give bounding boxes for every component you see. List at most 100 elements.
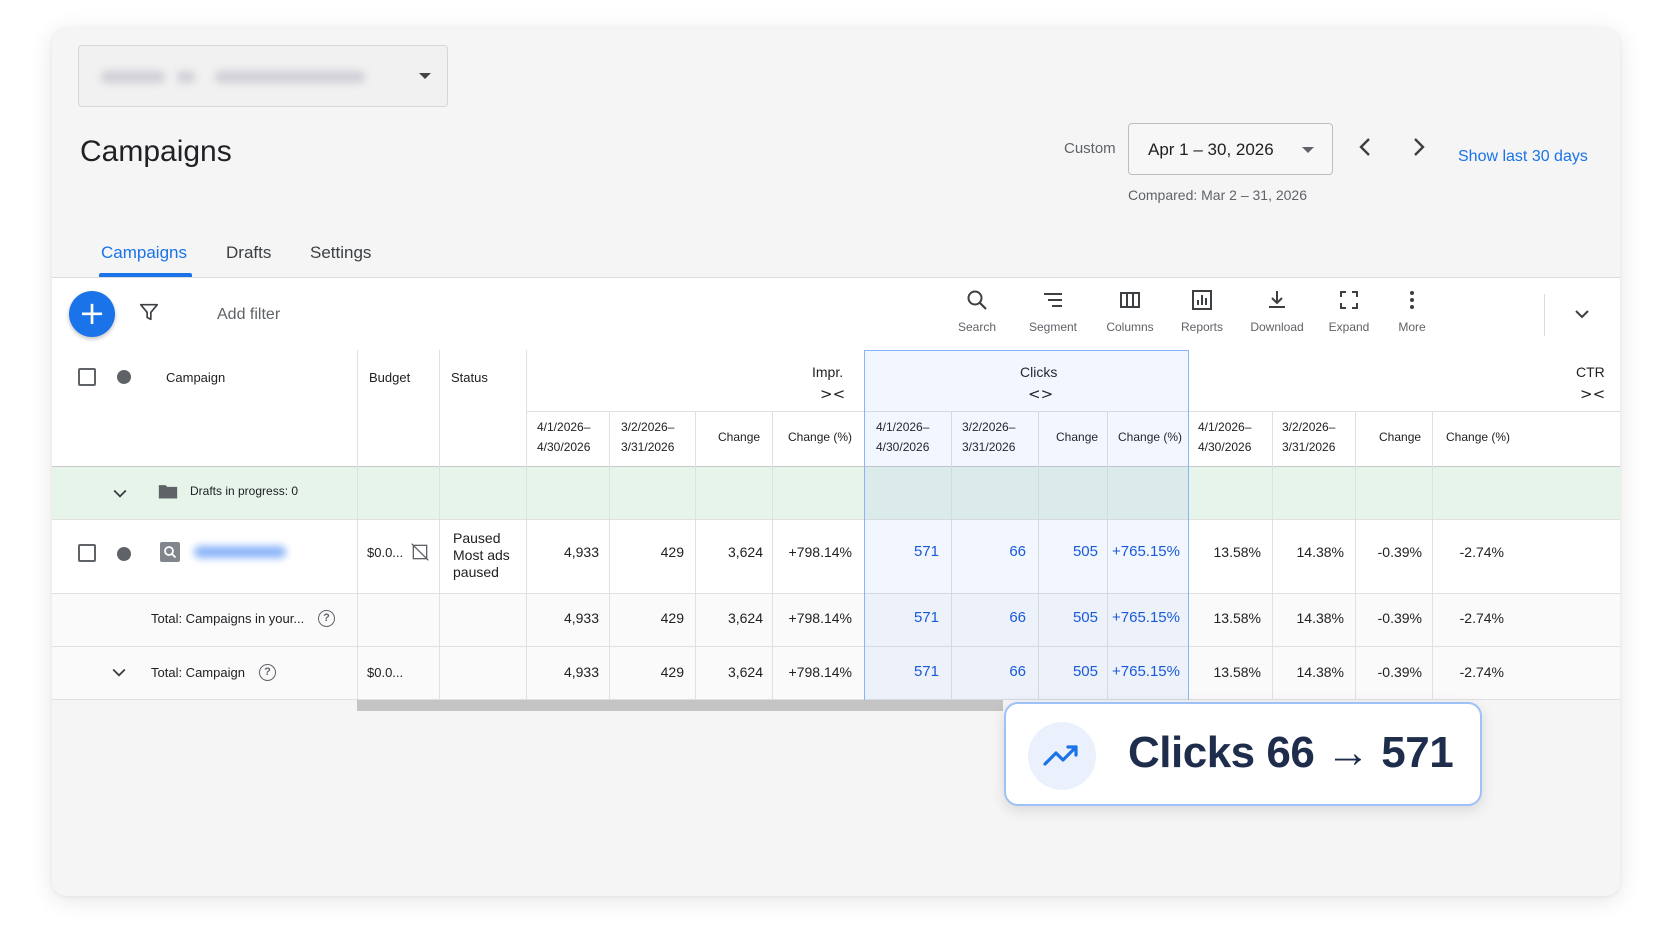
total-your-ctr-change-pct: -2.74% [1459, 610, 1504, 626]
clicks-callout: Clicks 66 → 571 [1004, 702, 1482, 806]
ctr-current-period-header[interactable]: 4/1/2026– 4/30/2026 [1198, 417, 1251, 457]
segment-button[interactable]: Segment [1018, 288, 1088, 334]
toolbar-divider [1544, 294, 1545, 336]
campaign-name-link[interactable] [194, 546, 286, 558]
campaign-row-checkbox[interactable] [78, 544, 96, 562]
campaign-column-header[interactable]: Campaign [166, 370, 225, 385]
horizontal-scrollbar[interactable] [357, 700, 1003, 711]
campaign-ctr-current: 13.58% [1213, 544, 1261, 560]
status-column-header[interactable]: Status [451, 370, 488, 385]
date-line: 3/31/2026 [1282, 440, 1336, 454]
clicks-change-pct-header[interactable]: Change (%) [1118, 427, 1182, 447]
total-your-ctr-change: -0.39% [1377, 610, 1422, 626]
total-your-ctr-current: 13.58% [1213, 610, 1261, 626]
total-your-impr-current: 4,933 [563, 610, 599, 626]
campaign-ctr-previous: 14.38% [1296, 544, 1344, 560]
total-your-clicks-change: 505 [1072, 609, 1098, 626]
folder-icon [158, 485, 178, 499]
add-filter-input[interactable]: Add filter [217, 306, 280, 324]
date-range-selector[interactable]: Apr 1 – 30, 2026 [1128, 123, 1333, 175]
segment-button-label: Segment [1028, 320, 1078, 334]
impr-change-header[interactable]: Change [718, 427, 760, 447]
status-line: Most ads [453, 547, 510, 563]
campaigns-panel: Campaigns Custom Apr 1 – 30, 2026 Show l… [52, 28, 1620, 896]
reports-button[interactable]: Reports [1167, 288, 1237, 334]
chevron-down-icon[interactable] [1570, 302, 1594, 326]
date-line: 3/31/2026 [621, 440, 675, 454]
impr-change-pct-header[interactable]: Change (%) [788, 427, 852, 447]
tab-campaigns[interactable]: Campaigns [101, 243, 187, 263]
columns-button[interactable]: Columns [1095, 288, 1165, 334]
chevron-down-icon[interactable] [109, 662, 129, 682]
budget-column-header[interactable]: Budget [369, 370, 410, 385]
tab-drafts[interactable]: Drafts [226, 243, 271, 263]
date-line: 4/1/2026– [537, 420, 591, 434]
help-icon[interactable]: ? [259, 664, 276, 681]
clicks-change-header[interactable]: Change [1056, 427, 1098, 447]
search-icon [164, 546, 177, 559]
date-line: 4/1/2026– [1198, 420, 1252, 434]
date-line: 4/1/2026– [876, 420, 930, 434]
ctr-column-header[interactable]: CTR [1576, 364, 1605, 380]
more-button-label: More [1398, 320, 1426, 334]
total-campaign-impr-change: 3,624 [727, 664, 763, 680]
search-button[interactable]: Search [942, 288, 1012, 334]
row-line [52, 593, 1620, 594]
date-range-value: Apr 1 – 30, 2026 [1148, 140, 1274, 159]
campaign-impr-change-pct: +798.14% [788, 544, 852, 560]
campaign-clicks-current: 571 [913, 543, 939, 560]
show-last-30-days-link[interactable]: Show last 30 days [1458, 148, 1588, 166]
clicks-current-period-header[interactable]: 4/1/2026– 4/30/2026 [876, 417, 929, 457]
table-toolbar: + Add filter Search Segment Columns Repo… [52, 278, 1620, 350]
drafts-in-progress-label[interactable]: Drafts in progress: 0 [190, 484, 298, 498]
ctr-change-pct-header[interactable]: Change (%) [1446, 427, 1510, 447]
clicks-previous-period-header[interactable]: 3/2/2026– 3/31/2026 [962, 417, 1015, 457]
download-button[interactable]: Download [1242, 288, 1312, 334]
impr-collapse-icon[interactable]: >< [820, 385, 845, 403]
campaign-budget[interactable]: $0.0... [367, 545, 403, 560]
search-icon [967, 290, 987, 310]
impr-current-period-header[interactable]: 4/1/2026– 4/30/2026 [537, 417, 590, 457]
help-icon[interactable]: ? [318, 610, 335, 627]
select-all-checkbox[interactable] [78, 368, 96, 386]
previous-period-button[interactable] [1350, 131, 1382, 163]
date-line: 3/2/2026– [621, 420, 675, 434]
chevron-right-icon [1414, 138, 1425, 156]
campaign-ctr-change-pct: -2.74% [1459, 544, 1504, 560]
ctr-previous-period-header[interactable]: 3/2/2026– 3/31/2026 [1282, 417, 1335, 457]
tab-settings[interactable]: Settings [310, 243, 371, 263]
dropdown-caret-icon [419, 73, 431, 79]
impr-column-header[interactable]: Impr. [812, 364, 843, 380]
row-line [52, 646, 1620, 647]
clicks-column-header[interactable]: Clicks [1020, 364, 1057, 380]
date-line: 4/30/2026 [537, 440, 591, 454]
status-line: Paused [453, 530, 501, 546]
account-separator-blurred [177, 71, 195, 83]
date-line: 4/30/2026 [876, 440, 930, 454]
total-campaign-clicks-current: 571 [913, 663, 939, 680]
more-button[interactable]: More [1377, 288, 1447, 334]
ctr-collapse-icon[interactable]: >< [1580, 385, 1605, 403]
filter-icon[interactable] [138, 301, 160, 323]
columns-button-label: Columns [1106, 320, 1154, 334]
campaign-impr-current: 4,933 [563, 544, 599, 560]
active-tab-indicator [99, 273, 192, 277]
expand-button[interactable]: Expand [1314, 288, 1384, 334]
status-line: paused [453, 564, 499, 580]
expand-button-label: Expand [1328, 320, 1370, 334]
add-campaign-button[interactable]: + [69, 291, 115, 337]
callout-text: Clicks 66 → 571 [1128, 728, 1454, 777]
ctr-change-header[interactable]: Change [1379, 427, 1421, 447]
clicks-expand-icon[interactable]: <> [1028, 385, 1053, 403]
search-button-label: Search [957, 320, 997, 334]
trending-up-arrow [1043, 745, 1078, 766]
total-campaign-label: Total: Campaign [151, 665, 245, 680]
chevron-down-icon[interactable] [110, 483, 130, 503]
campaign-status[interactable]: Paused Most ads paused [453, 530, 510, 581]
account-selector[interactable] [78, 45, 448, 107]
impr-previous-period-header[interactable]: 3/2/2026– 3/31/2026 [621, 417, 674, 457]
campaign-status-icon[interactable] [117, 547, 131, 561]
column-line [357, 350, 358, 700]
total-your-ctr-previous: 14.38% [1296, 610, 1344, 626]
next-period-button[interactable] [1402, 131, 1434, 163]
